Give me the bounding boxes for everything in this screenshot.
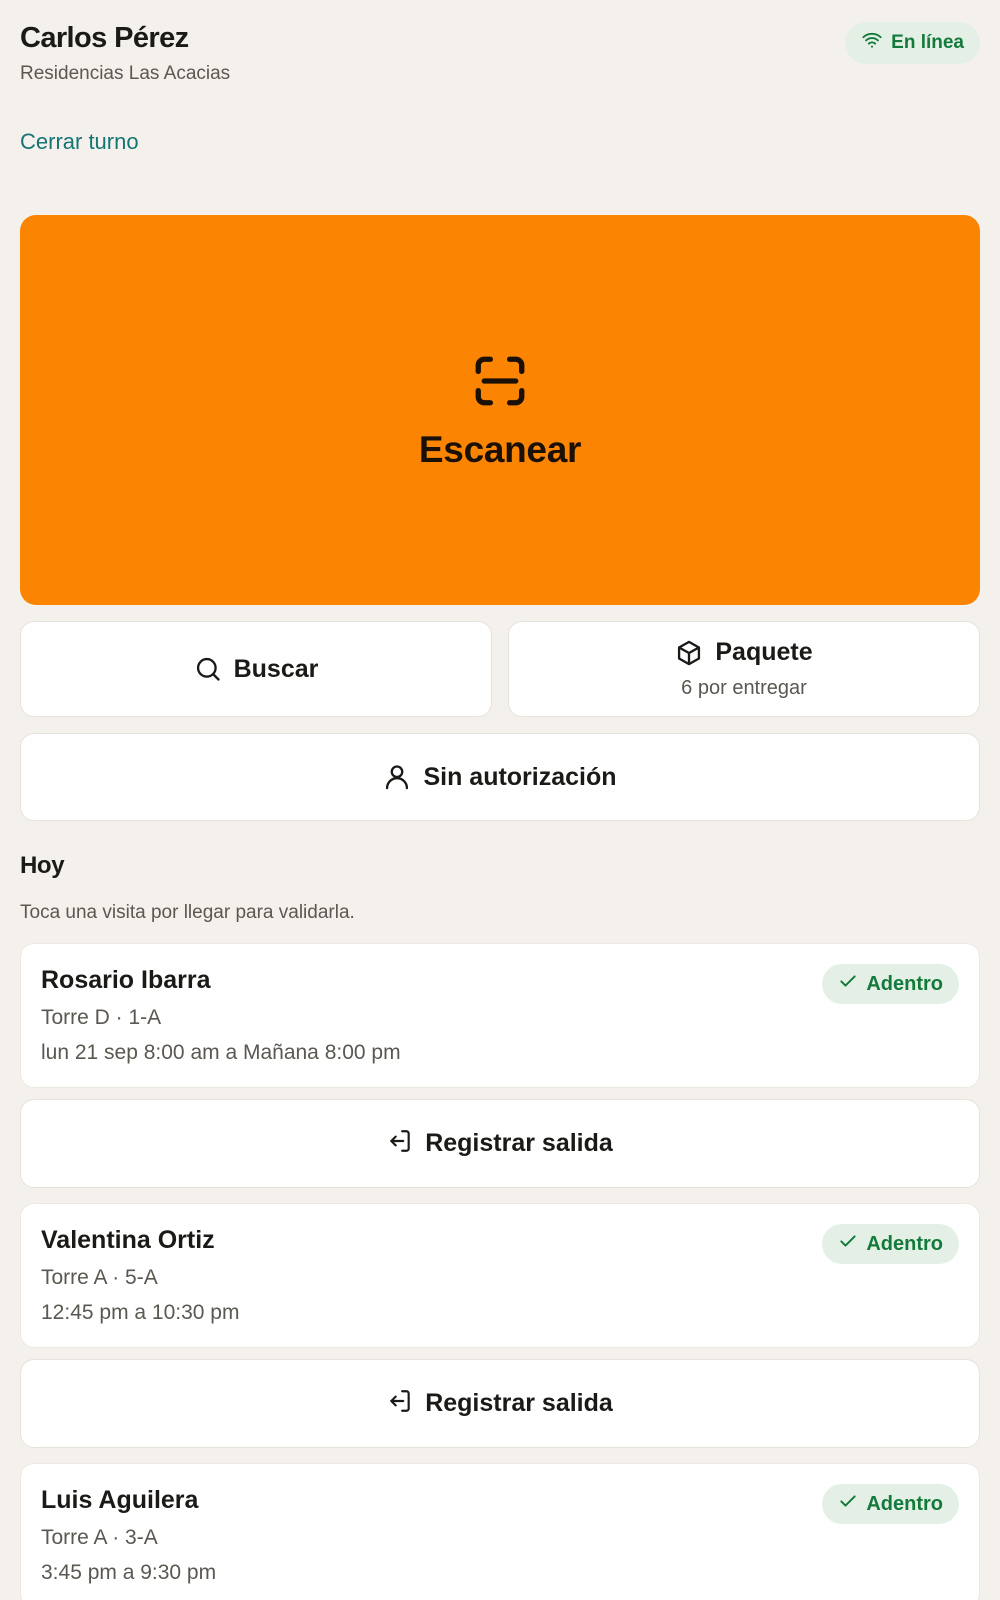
user-icon — [383, 763, 411, 791]
scan-icon — [471, 350, 529, 415]
online-status-label: En línea — [891, 32, 964, 53]
inside-status-label: Adentro — [866, 972, 943, 995]
visit-time-range: lun 21 sep 8:00 am a Mañana 8:00 pm — [41, 1041, 401, 1064]
scan-button[interactable]: Escanear — [20, 215, 980, 605]
inside-status-label: Adentro — [866, 1232, 943, 1255]
search-icon — [194, 655, 222, 683]
section-title-today: Hoy — [20, 852, 65, 879]
visit-time-range: 12:45 pm a 10:30 pm — [41, 1301, 240, 1324]
guard-name: Carlos Pérez — [20, 22, 189, 54]
exit-icon — [387, 1388, 413, 1419]
visit-card[interactable]: Valentina Ortiz Torre A · 5-A 12:45 pm a… — [20, 1203, 980, 1348]
scan-label: Escanear — [418, 428, 582, 470]
package-label: Paquete — [715, 638, 813, 666]
online-status-badge: En línea — [845, 22, 980, 64]
visit-time-range: 3:45 pm a 9:30 pm — [41, 1561, 217, 1584]
register-exit-label: Registrar salida — [425, 1129, 613, 1157]
close-shift-link[interactable]: Cerrar turno — [20, 129, 139, 155]
inside-status-label: Adentro — [866, 1492, 943, 1515]
visitor-name: Valentina Ortiz — [41, 1226, 215, 1254]
check-icon — [838, 971, 858, 997]
visit-card[interactable]: Rosario Ibarra Torre D · 1-A lun 21 sep … — [20, 943, 980, 1088]
visit-card[interactable]: Luis Aguilera Torre A · 3-A 3:45 pm a 9:… — [20, 1463, 980, 1600]
package-pending-count: 6 por entregar — [681, 677, 807, 699]
wifi-icon — [861, 29, 883, 57]
visit-unit: Torre A · 3-A — [41, 1526, 158, 1549]
register-exit-button[interactable]: Registrar salida — [20, 1099, 980, 1188]
package-button[interactable]: Paquete 6 por entregar — [508, 621, 980, 717]
header: Carlos Pérez Residencias Las Acacias Cer… — [20, 22, 980, 172]
unauthorized-label: Sin autorización — [423, 762, 617, 791]
register-exit-label: Registrar salida — [425, 1389, 613, 1417]
inside-status-badge: Adentro — [822, 1224, 959, 1264]
visit-unit: Torre A · 5-A — [41, 1266, 158, 1289]
unauthorized-entry-button[interactable]: Sin autorización — [20, 733, 980, 821]
check-icon — [838, 1491, 858, 1517]
residence-name: Residencias Las Acacias — [20, 63, 231, 84]
package-icon — [675, 639, 703, 667]
visit-unit: Torre D · 1-A — [41, 1006, 162, 1029]
visitor-name: Luis Aguilera — [41, 1486, 199, 1514]
inside-status-badge: Adentro — [822, 964, 959, 1004]
search-button[interactable]: Buscar — [20, 621, 492, 717]
register-exit-button[interactable]: Registrar salida — [20, 1359, 980, 1448]
section-hint: Toca una visita por llegar para validarl… — [20, 902, 355, 923]
check-icon — [838, 1231, 858, 1257]
search-label: Buscar — [233, 654, 319, 683]
inside-status-badge: Adentro — [822, 1484, 959, 1524]
exit-icon — [387, 1128, 413, 1159]
visitor-name: Rosario Ibarra — [41, 966, 211, 994]
